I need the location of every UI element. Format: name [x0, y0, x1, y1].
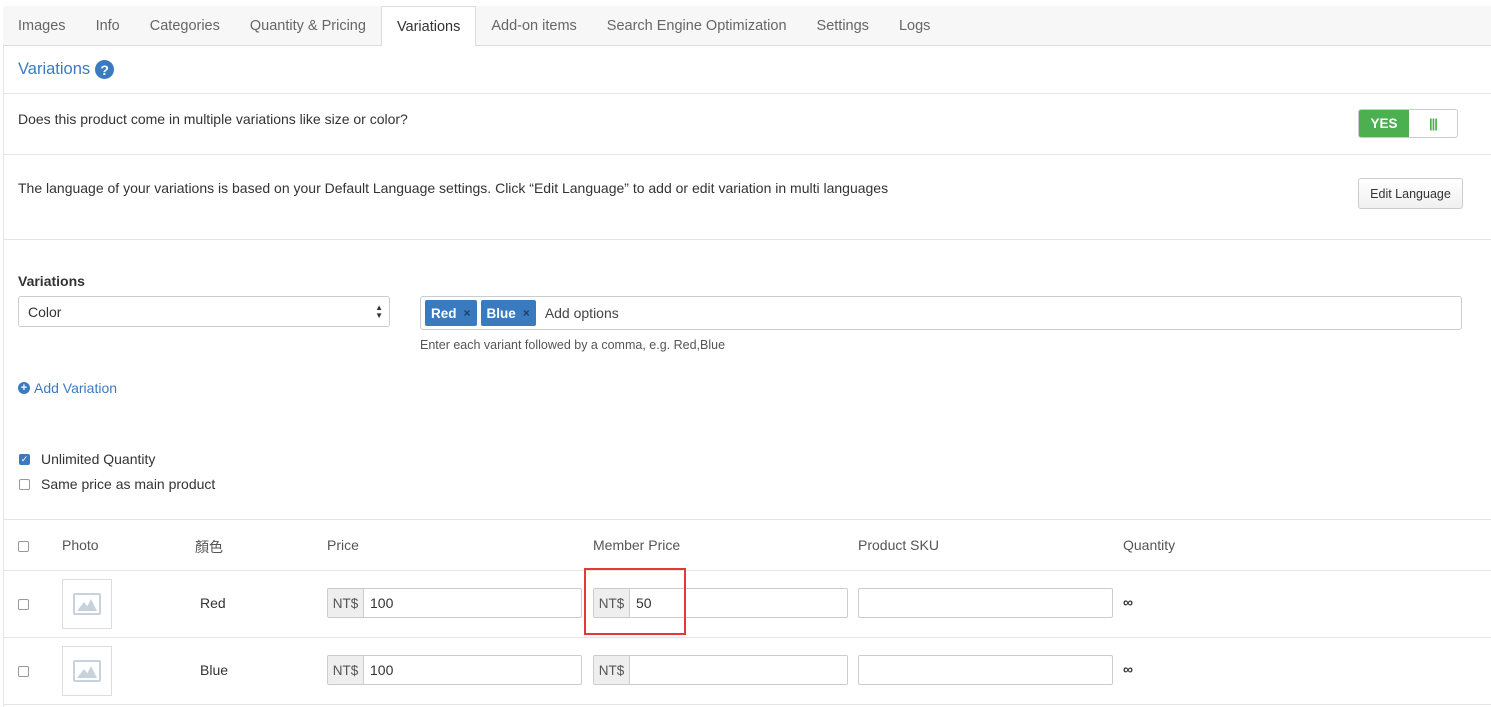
price-value[interactable]: 100 [364, 656, 393, 684]
tab-seo[interactable]: Search Engine Optimization [592, 6, 802, 46]
variations-label: Variations [18, 273, 85, 289]
header-color: 顏色 [195, 539, 223, 555]
add-options-placeholder[interactable]: Add options [545, 305, 619, 321]
section-title-text: Variations [18, 60, 91, 78]
plus-circle-icon: + [18, 382, 30, 394]
header-product-sku: Product SKU [858, 537, 939, 553]
tab-categories[interactable]: Categories [135, 6, 235, 46]
product-sku-input[interactable] [858, 588, 1113, 618]
same-price-label: Same price as main product [41, 476, 216, 492]
row-checkbox[interactable] [18, 599, 29, 610]
toggle-yes-label: YES [1359, 110, 1409, 137]
variations-panel: Variations ? Does this product come in m… [3, 46, 1491, 707]
header-price: Price [327, 537, 359, 553]
currency-addon: NT$ [594, 656, 630, 684]
tab-settings[interactable]: Settings [802, 6, 884, 46]
divider [4, 570, 1491, 571]
tag-label: Red [431, 305, 457, 321]
variant-photo[interactable] [62, 646, 112, 696]
select-arrows-icon: ▲ ▼ [375, 303, 383, 320]
same-price-checkbox[interactable] [19, 478, 30, 490]
tab-bar: Images Info Categories Quantity & Pricin… [3, 6, 1491, 47]
variant-name: Blue [200, 662, 229, 678]
toggle-handle-icon[interactable]: ||| [1409, 110, 1457, 137]
variation-type-value: Color [28, 303, 62, 320]
header-member-price: Member Price [593, 537, 681, 553]
member-price-input[interactable]: NT$ [593, 655, 848, 685]
remove-tag-icon[interactable]: × [464, 306, 471, 320]
tag-label: Blue [486, 305, 516, 321]
price-input[interactable]: NT$ 100 [327, 655, 582, 685]
divider [4, 239, 1491, 240]
divider [4, 93, 1491, 94]
price-value[interactable]: 100 [364, 589, 393, 617]
currency-addon: NT$ [328, 656, 364, 684]
select-all-checkbox[interactable] [18, 541, 29, 552]
divider [4, 637, 1491, 638]
same-price-option[interactable]: Same price as main product [19, 476, 215, 492]
header-quantity: Quantity [1123, 537, 1176, 553]
image-placeholder-icon [73, 593, 101, 615]
variation-hint: Enter each variant followed by a comma, … [420, 338, 726, 352]
unlimited-quantity-checkbox[interactable]: ✓ [19, 453, 30, 465]
quantity-infinite: ∞ [1123, 594, 1133, 610]
quantity-infinite: ∞ [1123, 661, 1133, 677]
tab-images[interactable]: Images [3, 6, 81, 46]
question-circle-icon[interactable]: ? [95, 60, 115, 79]
option-tag-blue: Blue × [480, 300, 536, 326]
currency-addon: NT$ [328, 589, 364, 617]
divider [4, 154, 1491, 155]
product-sku-input[interactable] [858, 655, 1113, 685]
variation-options-input[interactable]: Red × Blue × Add options [420, 296, 1462, 330]
member-price-value[interactable] [630, 656, 636, 684]
tab-add-on-items[interactable]: Add-on items [476, 6, 591, 46]
remove-tag-icon[interactable]: × [523, 306, 530, 320]
unlimited-quantity-label: Unlimited Quantity [41, 451, 156, 467]
variant-name: Red [200, 595, 226, 611]
section-title: Variations ? [18, 60, 115, 79]
multiple-variations-question: Does this product come in multiple varia… [18, 111, 408, 127]
add-variation-link[interactable]: + Add Variation [18, 380, 117, 396]
tab-quantity-pricing[interactable]: Quantity & Pricing [235, 6, 381, 46]
edit-language-button[interactable]: Edit Language [1358, 178, 1463, 209]
variation-type-select[interactable]: Color ▲ ▼ [18, 296, 390, 327]
image-placeholder-icon [73, 660, 101, 682]
header-photo: Photo [62, 537, 99, 553]
tab-variations[interactable]: Variations [380, 6, 477, 47]
member-price-highlight [584, 568, 686, 635]
language-info-text: The language of your variations is based… [18, 180, 889, 196]
option-tag-red: Red × [425, 300, 477, 326]
variant-photo[interactable] [62, 579, 112, 629]
divider [4, 519, 1491, 520]
variations-toggle[interactable]: YES ||| [1358, 109, 1458, 138]
tab-logs[interactable]: Logs [884, 6, 945, 46]
divider [4, 704, 1491, 705]
price-input[interactable]: NT$ 100 [327, 588, 582, 618]
row-checkbox[interactable] [18, 666, 29, 677]
tab-info[interactable]: Info [81, 6, 135, 46]
unlimited-quantity-option[interactable]: ✓ Unlimited Quantity [19, 451, 155, 467]
add-variation-label: Add Variation [34, 380, 118, 396]
